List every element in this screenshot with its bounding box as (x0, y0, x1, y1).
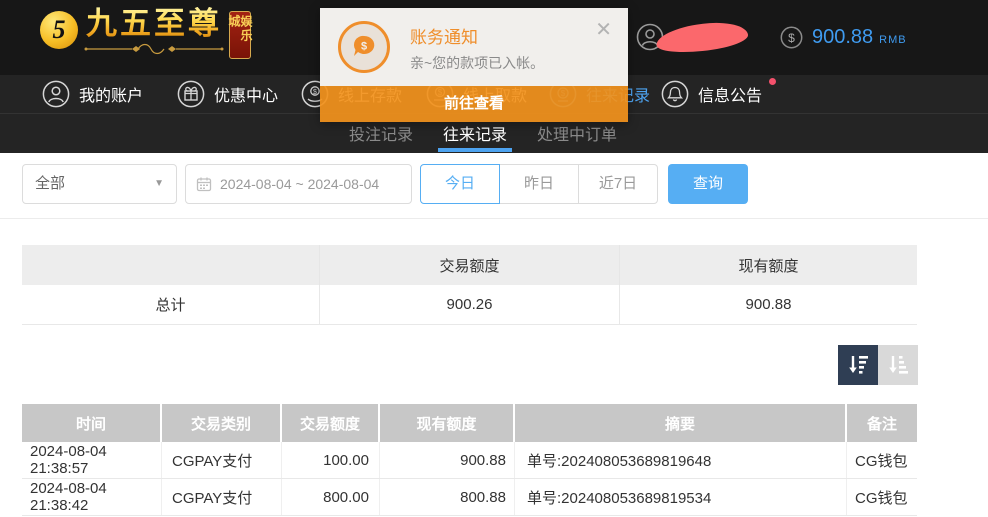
nav-label: 信息公告 (698, 82, 762, 106)
today-button[interactable]: 今日 (420, 164, 500, 204)
balance-currency: RMB (879, 29, 906, 46)
go-check-button[interactable]: 前往查看 (320, 86, 628, 122)
svg-text:$: $ (313, 89, 317, 96)
cell-balance: 800.88 (380, 479, 515, 515)
balance-amount: 900.88 (812, 26, 873, 49)
sort-desc-button[interactable] (838, 345, 878, 385)
cell-remark: CG钱包 (847, 479, 917, 515)
active-tab-underline (438, 148, 512, 152)
summary-header-balance: 现有额度 (620, 245, 917, 285)
money-message-icon: $ (338, 21, 390, 73)
date-range-value: 2024-08-04 ~ 2024-08-04 (220, 176, 379, 192)
col-header-time: 时间 (22, 404, 162, 442)
popup-message: 亲~您的款项已入帐。 (410, 53, 544, 73)
summary-total-label: 总计 (22, 285, 320, 324)
notification-dot (769, 78, 776, 85)
sort-asc-button[interactable] (878, 345, 918, 385)
logo-emblem-digit: 5 (53, 15, 66, 45)
col-header-type: 交易类别 (162, 404, 282, 442)
summary-header-row: 交易额度 现有额度 (22, 245, 917, 285)
logo-badge: 娱乐城 (229, 11, 251, 59)
sort-amount-asc-icon (887, 354, 909, 376)
table-row: 2024-08-04 21:38:42 CGPAY支付 800.00 800.8… (22, 479, 917, 516)
divider (0, 218, 988, 219)
category-select[interactable]: 全部 ▼ (22, 164, 177, 204)
notification-popup: $ 账务通知 亲~您的款项已入帐。 ✕ 前往查看 (320, 8, 628, 122)
category-select-value: 全部 (35, 175, 65, 192)
logo-flourish-icon (84, 43, 224, 55)
sort-controls (838, 345, 918, 385)
nav-item-promotions[interactable]: 优惠中心 (177, 75, 278, 113)
transactions-table: 时间 交易类别 交易额度 现有额度 摘要 备注 2024-08-04 21:38… (22, 404, 917, 516)
username-redaction (655, 18, 750, 56)
tab-label: 投注记录 (349, 121, 413, 145)
search-button[interactable]: 查询 (668, 164, 748, 204)
svg-text:$: $ (788, 31, 795, 45)
quick-date-group: 今日 昨日 近7日 (420, 164, 658, 204)
summary-total-row: 总计 900.26 900.88 (22, 285, 917, 325)
nav-label: 优惠中心 (214, 82, 278, 106)
summary-header-empty (22, 245, 320, 285)
user-account[interactable] (636, 23, 748, 51)
col-header-remark: 备注 (847, 404, 917, 442)
summary-total-transaction: 900.26 (320, 285, 620, 324)
nav-item-announcements[interactable]: 信息公告 (661, 75, 762, 113)
summary-table: 交易额度 现有额度 总计 900.26 900.88 (22, 245, 917, 325)
nav-item-my-account[interactable]: 我的账户 (42, 75, 143, 113)
svg-text:$: $ (361, 41, 367, 53)
sort-amount-desc-icon (847, 354, 869, 376)
cell-time: 2024-08-04 21:38:42 (22, 479, 162, 515)
chevron-down-icon: ▼ (154, 165, 164, 203)
cell-balance: 900.88 (380, 442, 515, 478)
tab-label: 往来记录 (443, 121, 507, 145)
col-header-amount: 交易额度 (282, 404, 380, 442)
user-icon (42, 80, 70, 108)
last7days-button[interactable]: 近7日 (578, 164, 658, 204)
cell-remark: CG钱包 (847, 442, 917, 478)
gift-icon (177, 80, 205, 108)
table-header-row: 时间 交易类别 交易额度 现有额度 摘要 备注 (22, 404, 917, 442)
logo-emblem-icon: 5 (40, 11, 78, 49)
dollar-icon: $ (780, 26, 803, 49)
yesterday-button[interactable]: 昨日 (499, 164, 579, 204)
cell-amount: 100.00 (282, 442, 380, 478)
wallet-balance: $ 900.88 RMB (780, 26, 907, 49)
summary-header-transaction: 交易额度 (320, 245, 620, 285)
col-header-summary: 摘要 (515, 404, 847, 442)
tab-label: 处理中订单 (537, 121, 617, 145)
cell-type: CGPAY支付 (162, 442, 282, 478)
cell-summary: 单号:202408053689819648 (515, 442, 847, 478)
date-range-input[interactable]: 2024-08-04 ~ 2024-08-04 (185, 164, 412, 204)
cell-amount: 800.00 (282, 479, 380, 515)
popup-title: 账务通知 (410, 23, 478, 48)
close-icon[interactable]: ✕ (595, 20, 612, 40)
logo-title: 九五至尊 (86, 7, 222, 41)
cell-type: CGPAY支付 (162, 479, 282, 515)
site-logo[interactable]: 5 九五至尊 娱乐城 (40, 7, 251, 59)
calendar-icon (196, 176, 212, 192)
col-header-balance: 现有额度 (380, 404, 515, 442)
nav-label: 我的账户 (79, 82, 143, 106)
table-row: 2024-08-04 21:38:57 CGPAY支付 100.00 900.8… (22, 442, 917, 479)
cell-time: 2024-08-04 21:38:57 (22, 442, 162, 478)
bell-icon (661, 80, 689, 108)
summary-total-balance: 900.88 (620, 285, 917, 324)
cell-summary: 单号:202408053689819534 (515, 479, 847, 515)
